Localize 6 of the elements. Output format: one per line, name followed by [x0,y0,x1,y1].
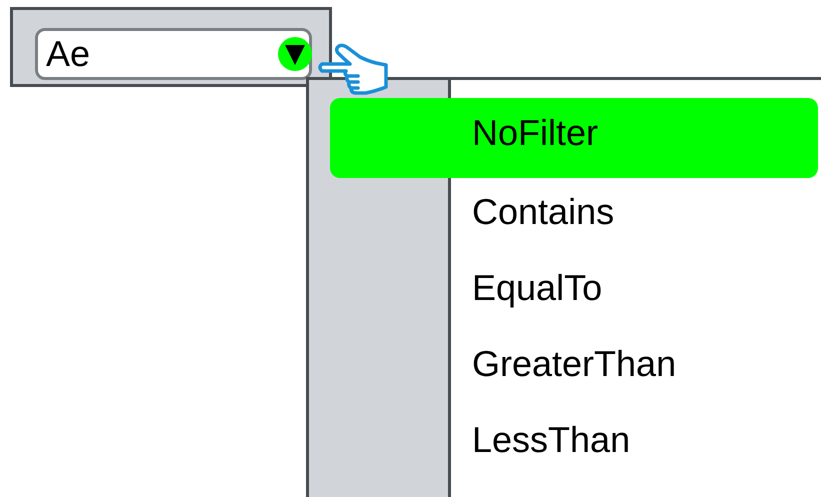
filter-field[interactable]: Ae [35,28,312,80]
menu-option[interactable]: GreaterThan [330,326,818,402]
menu-option[interactable]: NoFilter [330,98,818,178]
menu-option[interactable]: EqualTo [330,250,818,326]
dropdown-button[interactable] [277,36,313,72]
menu-option[interactable]: LessThan [330,402,818,478]
